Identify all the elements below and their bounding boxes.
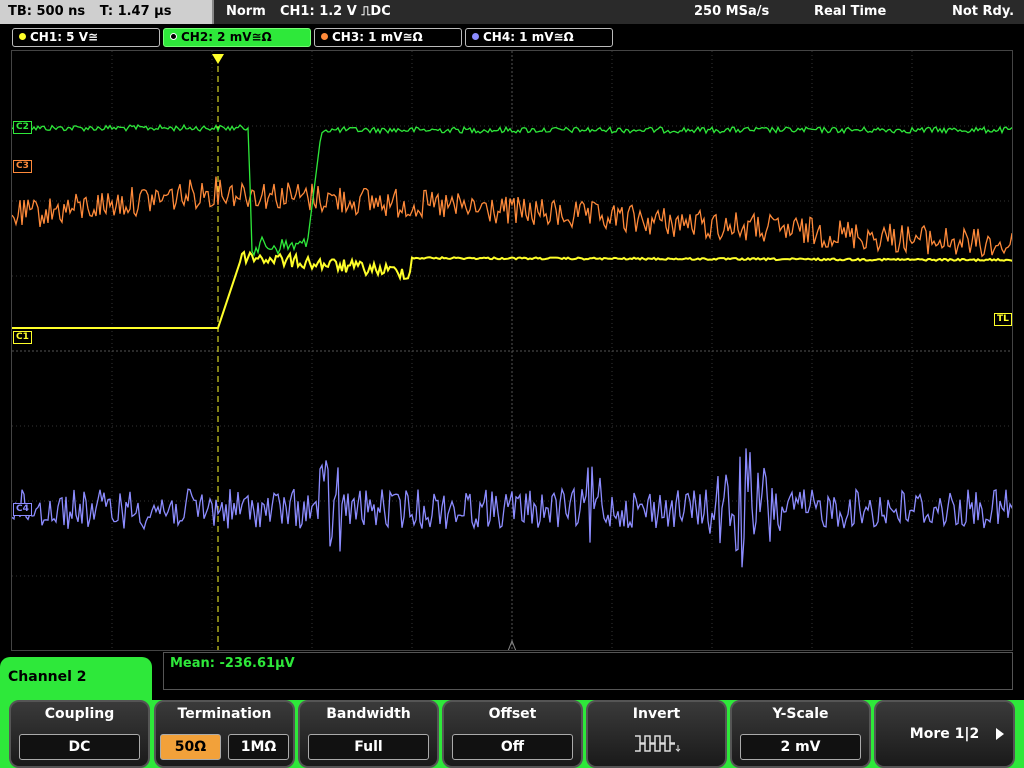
c1-marker[interactable]: C1 [13, 331, 32, 344]
c3-marker[interactable]: C3 [13, 160, 32, 173]
tab-ch3[interactable]: CH3: 1 mV≅Ω [314, 28, 462, 47]
acquisition-mode: Real Time [814, 4, 887, 19]
tab-ch3-label: CH3: 1 mV≅Ω [332, 30, 423, 44]
tab-ch1[interactable]: CH1: 5 V≅ [12, 28, 160, 47]
graticule [12, 51, 1012, 650]
tab-ch4-label: CH4: 1 mV≅Ω [483, 30, 574, 44]
arrow-right-icon [996, 728, 1004, 740]
termination-softkey[interactable]: Termination 50Ω 1MΩ [154, 700, 295, 768]
menu-title: Channel 2 [0, 657, 152, 703]
trigger-level-marker[interactable]: TL [994, 313, 1012, 326]
c4-marker[interactable]: C4 [13, 503, 32, 516]
mean-measurement: Mean: -236.61µV [170, 656, 295, 671]
oscilloscope-ui: TB: 500 ns T: 1.47 µs Norm CH1: 1.2 V ⎍D… [0, 0, 1024, 768]
more-softkey[interactable]: More 1|2 [874, 700, 1015, 768]
ch2-dot-icon [170, 33, 177, 40]
more-label: More 1|2 [909, 726, 980, 742]
timebase-box[interactable]: TB: 500 ns T: 1.47 µs [0, 0, 214, 24]
c2-marker[interactable]: C2 [13, 121, 32, 134]
invert-label: Invert [632, 706, 681, 722]
coupling-value[interactable]: DC [19, 734, 140, 760]
bandwidth-label: Bandwidth [326, 706, 411, 722]
trigger-mode[interactable]: Norm [226, 4, 266, 19]
tab-ch2[interactable]: CH2: 2 mV≅Ω [163, 28, 311, 47]
tab-ch4[interactable]: CH4: 1 mV≅Ω [465, 28, 613, 47]
termination-label: Termination [177, 706, 272, 722]
ch3-dot-icon [321, 33, 328, 40]
trigger-position: T: 1.47 µs [99, 4, 172, 19]
trigger-status: Not Rdy. [952, 4, 1015, 19]
sample-rate: 250 MSa/s [694, 4, 770, 19]
offset-softkey[interactable]: Offset Off [442, 700, 583, 768]
ch4-dot-icon [472, 33, 479, 40]
tab-ch2-label: CH2: 2 mV≅Ω [181, 30, 272, 44]
tab-ch1-label: CH1: 5 V≅ [30, 30, 99, 44]
yscale-label: Y-Scale [772, 706, 829, 722]
timebase-value: TB: 500 ns [8, 4, 86, 19]
ch1-dot-icon [19, 33, 26, 40]
softkey-menu: Coupling DC Termination 50Ω 1MΩ Bandwidt… [0, 700, 1024, 768]
invert-softkey[interactable]: Invert [586, 700, 727, 768]
offset-label: Offset [488, 706, 537, 722]
bandwidth-value[interactable]: Full [308, 734, 429, 760]
yscale-value[interactable]: 2 mV [740, 734, 861, 760]
invert-waveform-icon [635, 735, 681, 753]
termination-1m-button[interactable]: 1MΩ [228, 734, 289, 760]
offset-value[interactable]: Off [452, 734, 573, 760]
trigger-setting[interactable]: CH1: 1.2 V ⎍DC [280, 4, 391, 19]
coupling-label: Coupling [44, 706, 115, 722]
yscale-softkey[interactable]: Y-Scale 2 mV [730, 700, 871, 768]
coupling-softkey[interactable]: Coupling DC [9, 700, 150, 768]
trigger-marker-icon [212, 54, 224, 64]
channel-tabs: CH1: 5 V≅ CH2: 2 mV≅Ω CH3: 1 mV≅Ω CH4: 1… [0, 26, 1024, 47]
bandwidth-softkey[interactable]: Bandwidth Full [298, 700, 439, 768]
status-bar: TB: 500 ns T: 1.47 µs Norm CH1: 1.2 V ⎍D… [0, 0, 1024, 24]
termination-50-button[interactable]: 50Ω [160, 734, 221, 760]
center-marker-icon [507, 639, 517, 650]
waveform-display[interactable]: C2 C3 C1 C4 TL [11, 50, 1013, 651]
measurement-panel: Mean: -236.61µV [163, 652, 1013, 690]
